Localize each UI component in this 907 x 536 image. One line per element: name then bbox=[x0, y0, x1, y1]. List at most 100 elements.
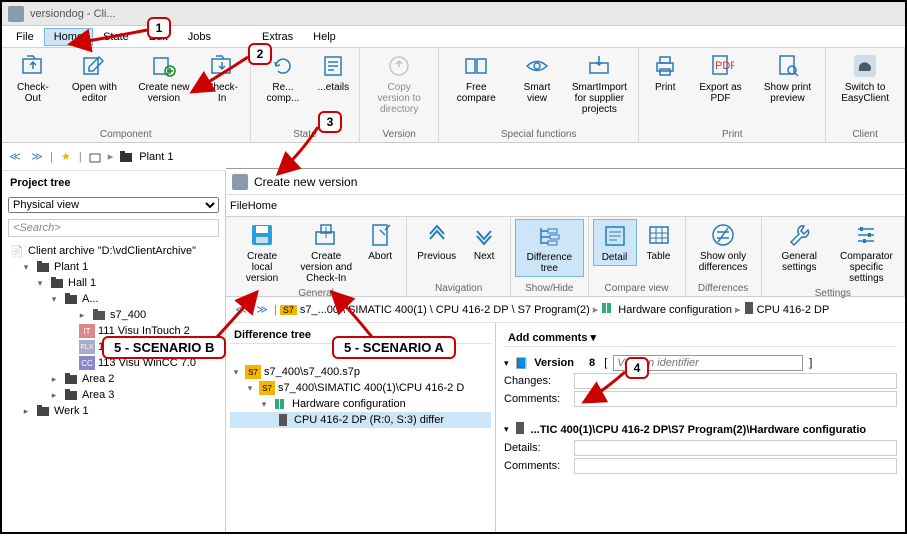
checkin-button[interactable]: Check-In bbox=[199, 50, 246, 106]
ribbon: Check-Out Open with editor Create new ve… bbox=[2, 48, 905, 143]
sub-nav-fwd[interactable]: ≫ bbox=[253, 301, 271, 319]
comments-input[interactable] bbox=[574, 391, 897, 407]
callout-5b: 5 - SCENARIO B bbox=[102, 336, 226, 359]
general-settings-button[interactable]: General settings bbox=[766, 219, 833, 275]
menu-jobs[interactable]: Jobs bbox=[178, 28, 221, 46]
dt-n4[interactable]: CPU 416-2 DP (R:0, S:3) differ bbox=[230, 412, 491, 428]
callout-3: 3 bbox=[318, 111, 342, 133]
star-icon[interactable]: ★ bbox=[57, 148, 75, 166]
version-icon: 📘 bbox=[515, 357, 529, 370]
tree-a[interactable]: ▾A... bbox=[6, 291, 221, 307]
abort-button[interactable]: Abort bbox=[358, 219, 402, 264]
sub-ribbon: Create local version Create version and … bbox=[226, 217, 905, 297]
save-icon bbox=[248, 221, 276, 249]
comments2-input[interactable] bbox=[574, 458, 897, 474]
wrench-icon bbox=[785, 221, 813, 249]
eye-icon bbox=[523, 52, 551, 80]
menubar: File Home State Edit Jobs xx Extras Help bbox=[2, 26, 905, 48]
bc-plant[interactable]: Plant 1 bbox=[139, 151, 173, 163]
tree-plant1[interactable]: ▾Plant 1 bbox=[6, 259, 221, 275]
group-print: Print bbox=[643, 127, 821, 142]
tree-archive[interactable]: 📄Client archive "D:\vdClientArchive" bbox=[6, 243, 221, 259]
menu-help[interactable]: Help bbox=[303, 28, 346, 46]
callout-2: 2 bbox=[248, 43, 272, 65]
bc-icon: S7 bbox=[280, 305, 297, 315]
dt-n2[interactable]: ▾S7s7_400\SIMATIC 400(1)\CPU 416-2 D bbox=[230, 380, 491, 396]
smartview-button[interactable]: Smart view bbox=[509, 50, 564, 106]
nav-back[interactable]: ≪ bbox=[6, 148, 24, 166]
show-only-diff-button[interactable]: Show only differences bbox=[690, 219, 757, 275]
details-icon bbox=[319, 52, 347, 80]
subwin-titlebar: Create new version bbox=[226, 169, 905, 195]
pencil-icon bbox=[80, 52, 108, 80]
table-icon bbox=[645, 221, 673, 249]
view-select[interactable]: Physical view bbox=[8, 197, 219, 213]
dt-n3[interactable]: ▾Hardware configuration bbox=[230, 396, 491, 412]
title-text: versiondog - Cli... bbox=[30, 8, 116, 20]
home-icon[interactable] bbox=[86, 148, 104, 166]
tree-werk1[interactable]: ▸Werk 1 bbox=[6, 403, 221, 419]
pdf-icon: PDF bbox=[707, 52, 735, 80]
detail-button[interactable]: Detail bbox=[593, 219, 637, 266]
copy-icon bbox=[385, 52, 413, 80]
refresh-icon bbox=[269, 52, 297, 80]
free-compare-button[interactable]: Free compare bbox=[443, 50, 509, 106]
previous-button[interactable]: Previous bbox=[411, 219, 462, 264]
checkin-icon bbox=[208, 52, 236, 80]
abort-icon bbox=[366, 221, 394, 249]
tree-area3[interactable]: ▸Area 3 bbox=[6, 387, 221, 403]
create-local-button[interactable]: Create local version bbox=[230, 219, 294, 286]
callout-5a: 5 - SCENARIO A bbox=[332, 336, 456, 359]
callout-1: 1 bbox=[147, 17, 171, 39]
tree-title: Project tree bbox=[2, 171, 225, 195]
tree-icon bbox=[535, 222, 563, 250]
svg-text:PDF: PDF bbox=[715, 60, 734, 72]
changes-input[interactable] bbox=[574, 373, 897, 389]
search-input[interactable]: <Search> bbox=[8, 219, 219, 237]
sub-menu-home[interactable]: Home bbox=[248, 200, 277, 212]
copy-version-button[interactable]: Copy version to directory bbox=[364, 50, 434, 117]
create-checkin-button[interactable]: Create version and Check-In bbox=[294, 219, 358, 286]
comp-settings-button[interactable]: Comparator specific settings bbox=[833, 219, 900, 286]
titlebar: versiondog - Cli... bbox=[2, 2, 905, 26]
add-comments[interactable]: Add comments ▾ bbox=[504, 329, 897, 347]
print-button[interactable]: Print bbox=[643, 50, 687, 95]
tree-area2[interactable]: ▸Area 2 bbox=[6, 371, 221, 387]
dt-n1[interactable]: ▾S7s7_400\s7_400.s7p bbox=[230, 364, 491, 380]
chevron-down-icon: ▾ bbox=[591, 332, 597, 344]
chevron-up-icon bbox=[423, 221, 451, 249]
save-checkin-icon bbox=[312, 221, 340, 249]
printer-icon bbox=[651, 52, 679, 80]
difftree-button[interactable]: Difference tree bbox=[515, 219, 583, 277]
easyclient-button[interactable]: Switch to EasyClient bbox=[830, 50, 900, 106]
sub-nav-back[interactable]: ≪ bbox=[232, 301, 250, 319]
group-client: Client bbox=[830, 127, 900, 142]
menu-state[interactable]: State bbox=[93, 28, 139, 46]
next-button[interactable]: Next bbox=[462, 219, 506, 264]
create-new-version-button[interactable]: Create new version bbox=[129, 50, 199, 106]
dog-icon bbox=[851, 52, 879, 80]
group-component: Component bbox=[6, 127, 246, 142]
print-preview-button[interactable]: Show print preview bbox=[754, 50, 821, 106]
details-input[interactable] bbox=[574, 440, 897, 456]
app-icon bbox=[232, 174, 248, 190]
sliders-icon bbox=[852, 221, 880, 249]
checkout-button[interactable]: Check-Out bbox=[6, 50, 60, 106]
open-editor-button[interactable]: Open with editor bbox=[60, 50, 130, 106]
tree-hall1[interactable]: ▾Hall 1 bbox=[6, 275, 221, 291]
tree-s7400[interactable]: ▸s7_400 bbox=[6, 307, 221, 323]
export-pdf-button[interactable]: PDFExport as PDF bbox=[687, 50, 754, 106]
details-button[interactable]: ...etails bbox=[311, 50, 355, 95]
subwin-menu: File Home bbox=[226, 195, 905, 217]
table-button[interactable]: Table bbox=[637, 219, 681, 264]
sub-menu-file[interactable]: File bbox=[230, 200, 248, 212]
folder-icon bbox=[117, 148, 135, 166]
nav-fwd[interactable]: ≫ bbox=[28, 148, 46, 166]
detail-icon bbox=[601, 222, 629, 250]
smartimport-button[interactable]: SmartImport for supplier projects bbox=[565, 50, 635, 117]
noequal-icon bbox=[709, 221, 737, 249]
menu-file[interactable]: File bbox=[6, 28, 44, 46]
menu-home[interactable]: Home bbox=[44, 28, 93, 46]
callout-4: 4 bbox=[625, 357, 649, 379]
preview-icon bbox=[774, 52, 802, 80]
